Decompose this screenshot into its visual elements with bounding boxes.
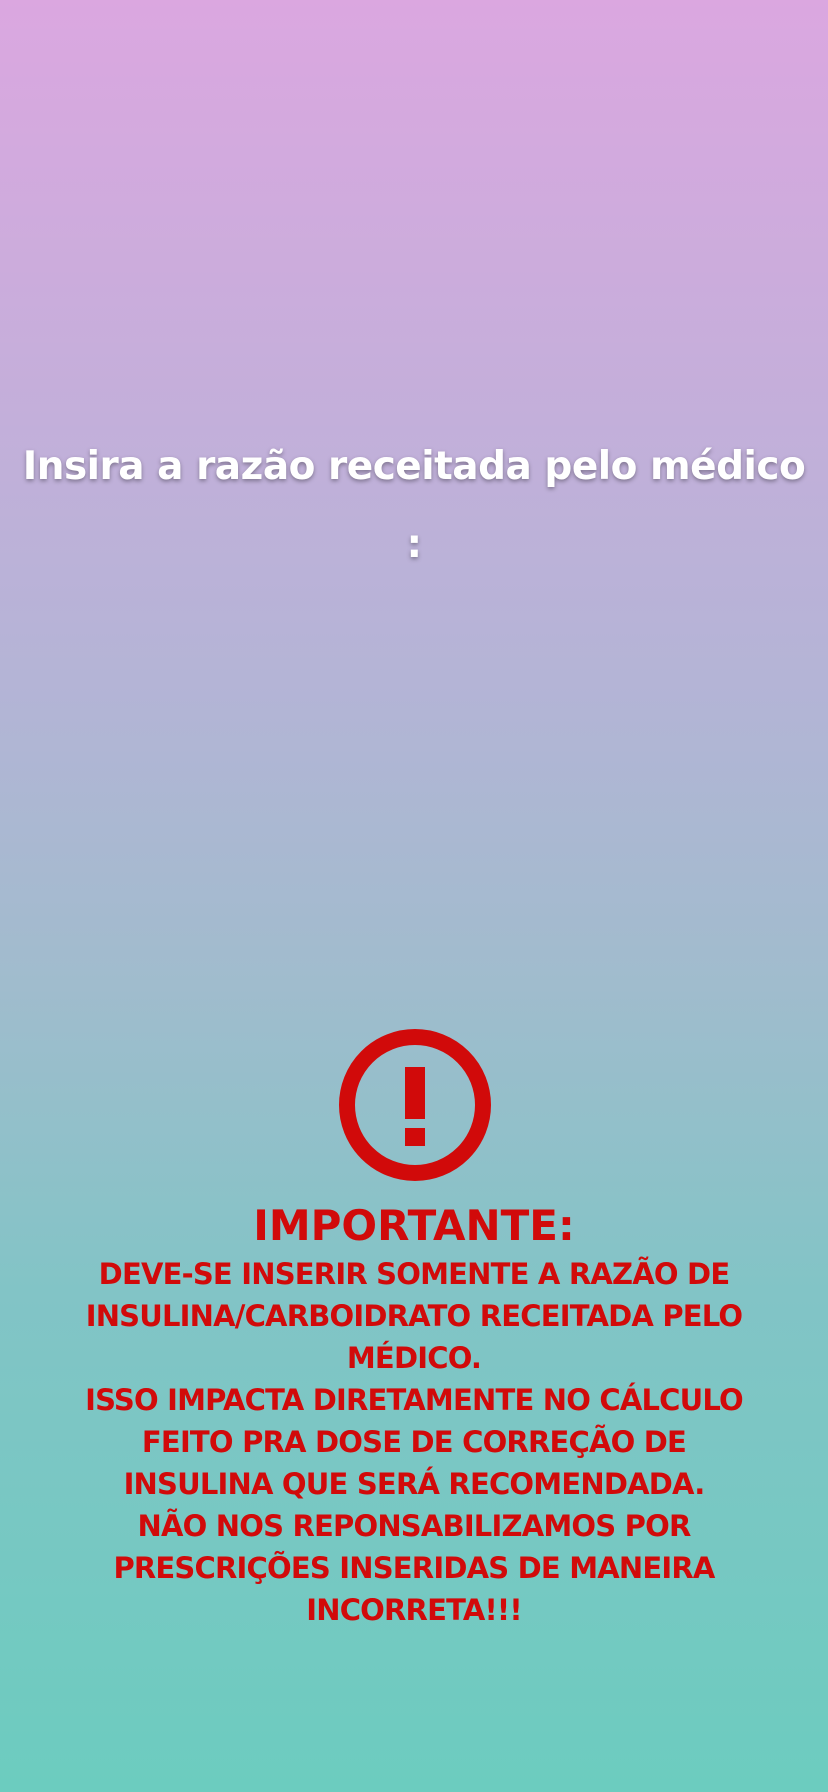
warning-paragraph: ISSO IMPACTA DIRETAMENTE NO CÁLCULO FEIT…	[85, 1383, 744, 1501]
exclamation-circle-icon	[339, 1029, 491, 1181]
ratio-prompt-text: Insira a razão receitada pelo médico	[22, 444, 806, 489]
ratio-prompt: Insira a razão receitada pelo médico :	[0, 428, 828, 584]
warning-message: DEVE-SE INSERIR SOMENTE A RAZÃO DE INSUL…	[64, 1253, 764, 1631]
warning-title: IMPORTANTE:	[253, 1201, 575, 1250]
warning-paragraph: NÃO NOS REPONSABILIZAMOS POR PRESCRIÇÕES…	[113, 1509, 715, 1627]
warning-paragraph: DEVE-SE INSERIR SOMENTE A RAZÃO DE INSUL…	[85, 1257, 743, 1375]
ratio-prompt-colon: :	[406, 522, 422, 567]
